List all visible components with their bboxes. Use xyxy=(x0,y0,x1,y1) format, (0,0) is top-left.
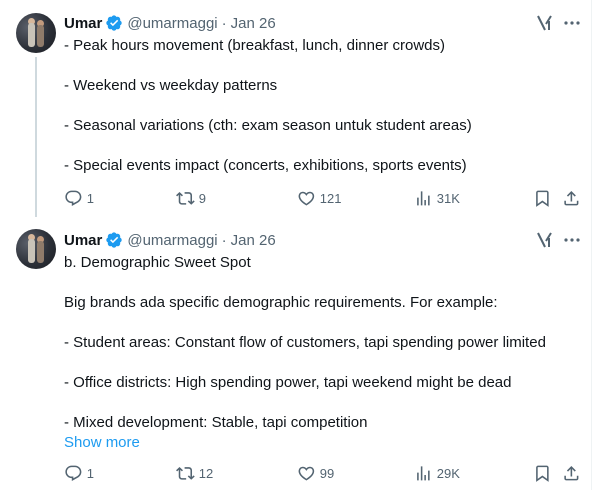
reply-button[interactable]: 1 xyxy=(64,188,94,208)
repost-button[interactable]: 12 xyxy=(176,463,213,483)
tweet-line xyxy=(64,353,546,373)
tweet-line: - Office districts: High spending power,… xyxy=(64,374,512,391)
bookmark-button[interactable] xyxy=(533,188,552,208)
tweet-line: - Mixed development: Stable, tapi compet… xyxy=(64,414,368,431)
heart-icon xyxy=(298,466,315,481)
tweet-text: b. Demographic Sweet Spot Big brands ada… xyxy=(64,253,546,433)
verified-badge-icon[interactable] xyxy=(105,231,123,249)
share-icon xyxy=(564,465,579,481)
avatar[interactable] xyxy=(16,13,56,53)
show-more-link[interactable]: Show more xyxy=(64,433,140,453)
tweet-text: - Peak hours movement (breakfast, lunch,… xyxy=(64,36,472,176)
tweet-date[interactable]: Jan 26 xyxy=(231,15,276,32)
tweet-line: b. Demographic Sweet Spot xyxy=(64,254,251,271)
avatar[interactable] xyxy=(16,229,56,269)
repost-button[interactable]: 9 xyxy=(176,188,206,208)
separator-dot: · xyxy=(221,14,227,32)
reply-count: 1 xyxy=(86,465,94,481)
share-button[interactable] xyxy=(562,188,581,208)
avatar-figure xyxy=(37,25,44,47)
like-count: 121 xyxy=(319,190,342,206)
views-icon xyxy=(417,465,430,481)
more-icon[interactable] xyxy=(563,14,581,32)
avatar-figure xyxy=(37,241,44,263)
share-icon xyxy=(564,190,579,206)
tweet-line: - Student areas: Constant flow of custom… xyxy=(64,334,546,351)
reply-button[interactable]: 1 xyxy=(64,463,94,483)
repost-count: 12 xyxy=(198,465,214,481)
reply-icon xyxy=(65,190,82,206)
reply-count: 1 xyxy=(86,190,94,206)
repost-icon xyxy=(176,191,195,205)
author-name[interactable]: Umar xyxy=(64,15,102,32)
tweet-line xyxy=(64,136,472,156)
views-count: 29K xyxy=(436,465,460,481)
tweet-line xyxy=(64,273,546,293)
verified-badge-icon[interactable] xyxy=(105,14,123,32)
like-count: 99 xyxy=(319,465,335,481)
views-count: 31K xyxy=(436,190,460,206)
tweet-line xyxy=(64,56,472,76)
tweet[interactable]: Umar @umarmaggi · Jan 26 b. Demographic … xyxy=(0,217,592,490)
tweet-line xyxy=(64,313,546,333)
bookmark-icon xyxy=(536,465,549,482)
grok-icon[interactable] xyxy=(536,14,554,32)
bookmark-button[interactable] xyxy=(533,463,552,483)
views-button[interactable]: 31K xyxy=(414,188,460,208)
tweet-header: Umar @umarmaggi · Jan 26 xyxy=(64,230,276,250)
author-handle[interactable]: @umarmaggi xyxy=(127,232,217,249)
avatar-figure xyxy=(28,239,35,263)
like-button[interactable]: 121 xyxy=(297,188,341,208)
tweet-actions: 1 9 121 31K xyxy=(56,188,588,208)
heart-icon xyxy=(298,191,315,206)
tweet-line: - Peak hours movement (breakfast, lunch,… xyxy=(64,37,445,54)
views-icon xyxy=(417,190,430,206)
thread-line xyxy=(35,57,37,217)
tweet-line xyxy=(64,393,546,413)
bookmark-icon xyxy=(536,190,549,207)
tweet-line: - Seasonal variations (cth: exam season … xyxy=(64,117,472,134)
reply-icon xyxy=(65,465,82,481)
more-icon[interactable] xyxy=(563,231,581,249)
separator-dot: · xyxy=(221,231,227,249)
tweet[interactable]: Umar @umarmaggi · Jan 26 - Peak hours mo… xyxy=(0,0,592,217)
author-name[interactable]: Umar xyxy=(64,232,102,249)
tweet-date[interactable]: Jan 26 xyxy=(231,232,276,249)
tweet-line: - Special events impact (concerts, exhib… xyxy=(64,157,467,174)
grok-icon[interactable] xyxy=(536,231,554,249)
tweet-line xyxy=(64,96,472,116)
repost-icon xyxy=(176,466,195,480)
like-button[interactable]: 99 xyxy=(297,463,334,483)
tweet-actions: 1 12 99 29K xyxy=(56,463,588,483)
repost-count: 9 xyxy=(198,190,206,206)
share-button[interactable] xyxy=(562,463,581,483)
views-button[interactable]: 29K xyxy=(414,463,460,483)
author-handle[interactable]: @umarmaggi xyxy=(127,15,217,32)
tweet-line: Big brands ada specific demographic requ… xyxy=(64,294,498,311)
avatar-figure xyxy=(28,23,35,47)
tweet-header: Umar @umarmaggi · Jan 26 xyxy=(64,13,276,33)
tweet-line: - Weekend vs weekday patterns xyxy=(64,77,278,94)
